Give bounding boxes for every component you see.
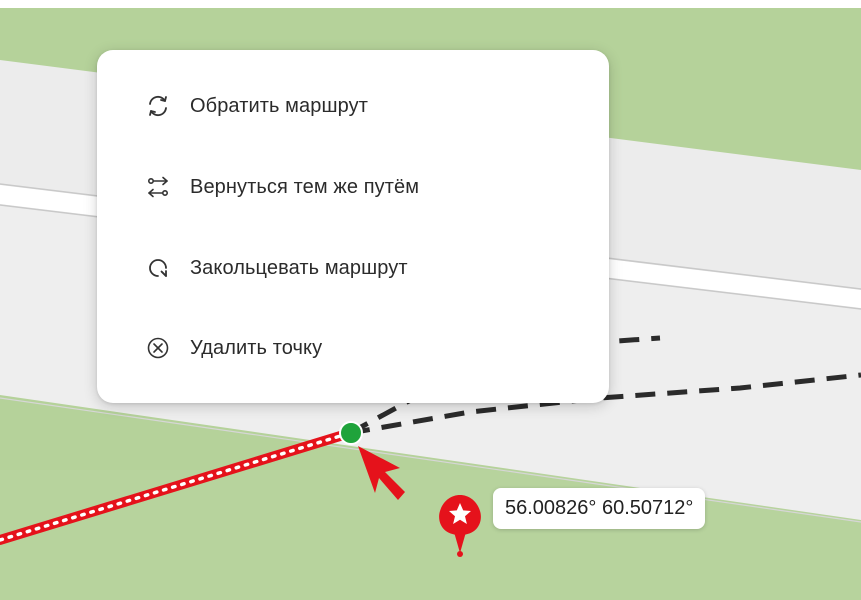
context-menu: Обратить маршрут Вернуться тем же путём … — [97, 50, 609, 403]
waypoint-marker[interactable] — [339, 421, 363, 445]
coordinates-label: 56.00826° 60.50712° — [493, 488, 706, 529]
reverse-route-icon — [145, 93, 171, 119]
menu-item-loop-route[interactable]: Закольцевать маршрут — [97, 232, 609, 304]
menu-item-label: Закольцевать маршрут — [190, 256, 408, 279]
menu-item-delete-point[interactable]: Удалить точку — [97, 312, 609, 384]
menu-item-return-same-way[interactable]: Вернуться тем же путём — [97, 151, 609, 223]
loop-route-icon — [145, 255, 171, 281]
menu-item-reverse-route[interactable]: Обратить маршрут — [97, 70, 609, 142]
delete-point-icon — [145, 335, 171, 361]
menu-item-label: Обратить маршрут — [190, 94, 368, 117]
return-same-way-icon — [145, 174, 171, 200]
menu-item-label: Вернуться тем же путём — [190, 175, 420, 198]
menu-item-label: Удалить точку — [190, 336, 323, 359]
